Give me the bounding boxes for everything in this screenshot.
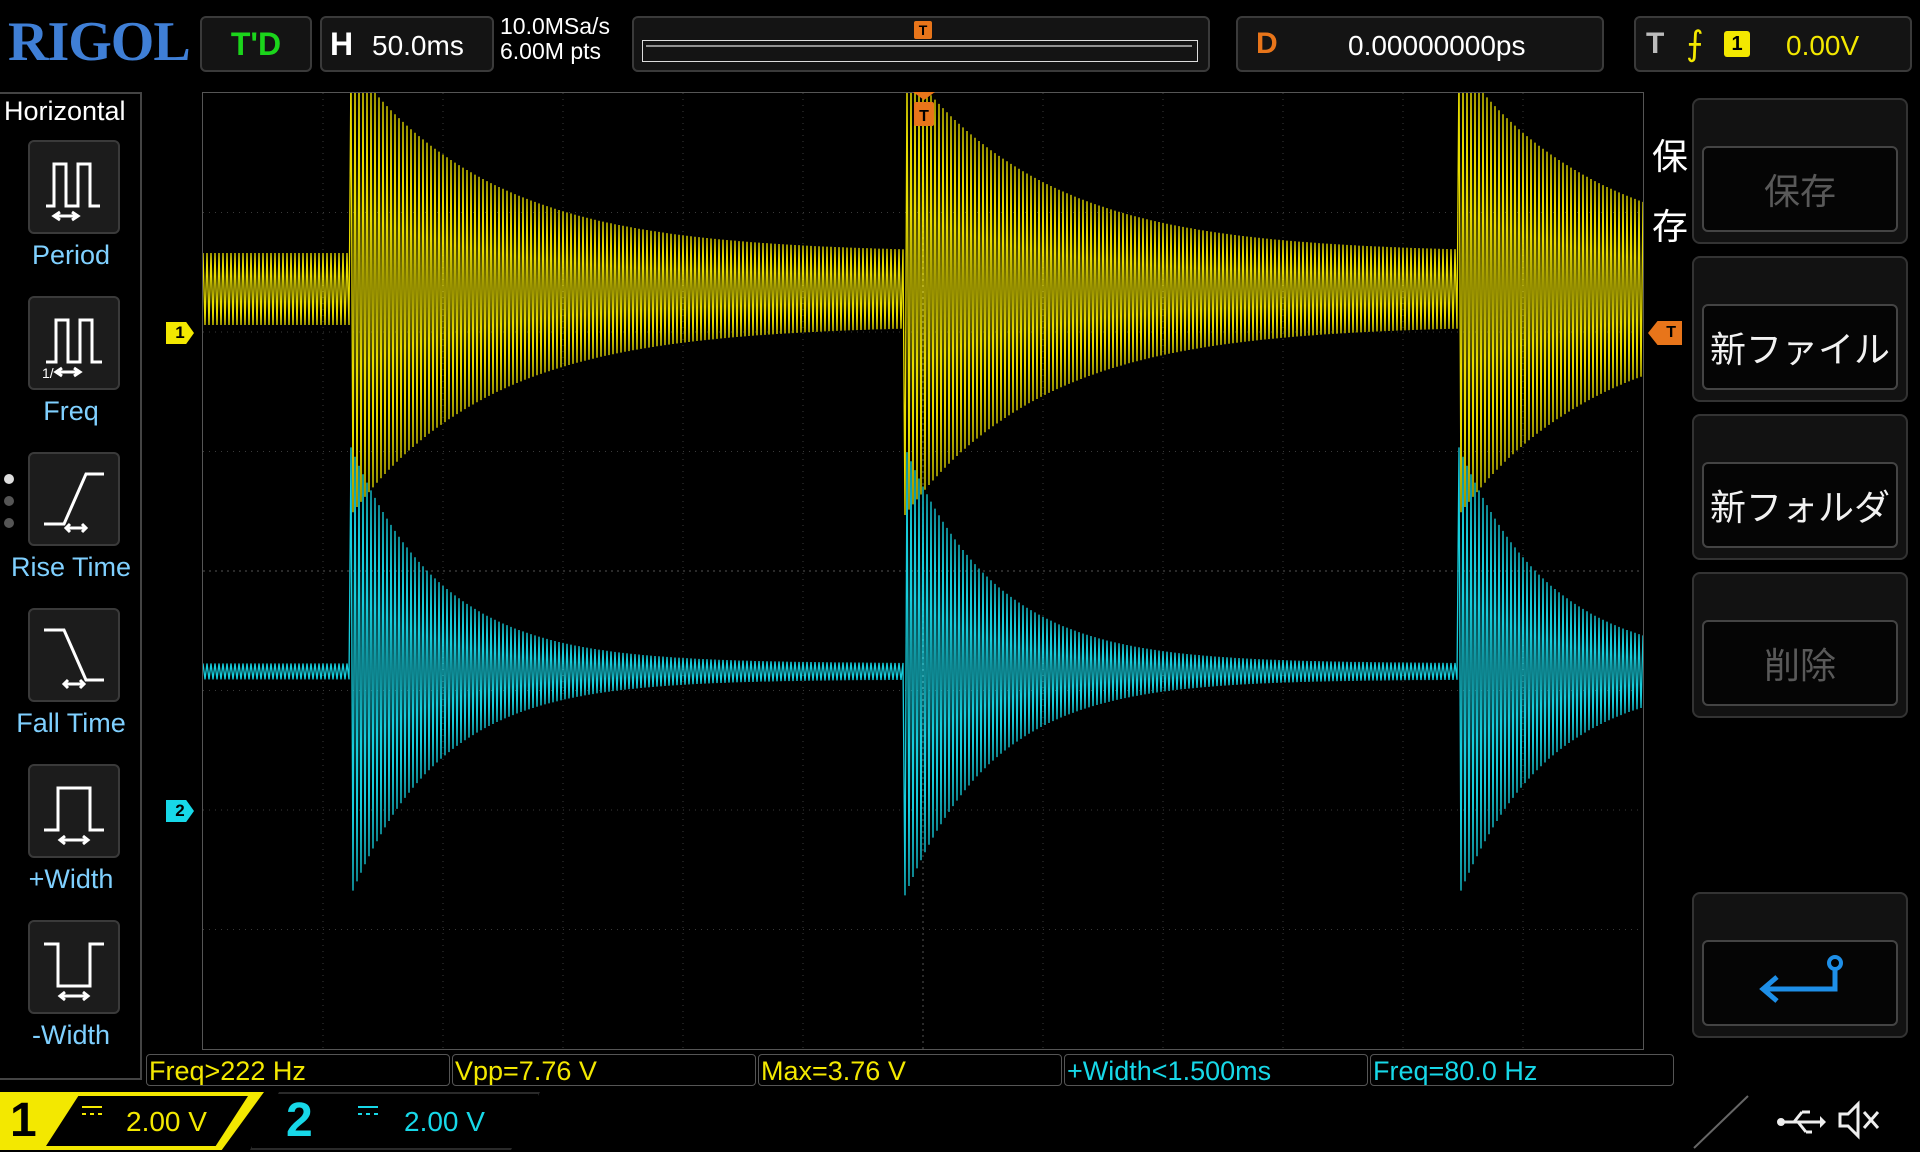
trigger-position-marker: T xyxy=(914,21,932,39)
trigger-settings-indicator[interactable]: T ⨍ 1 0.00V xyxy=(1634,16,1912,72)
softkey-menu-title: 保 存 xyxy=(1652,122,1692,262)
minus-width-icon xyxy=(28,920,120,1014)
memory-waveform-preview xyxy=(642,40,1198,62)
measure-item-fall-time[interactable]: Fall Time xyxy=(0,608,142,764)
trigger-time-marker-label: T xyxy=(919,108,929,125)
delay-value: 0.00000000ps xyxy=(1348,30,1526,61)
softkey-new-folder-label: 新フォルダ xyxy=(1702,462,1898,548)
fall-time-icon xyxy=(28,608,120,702)
softkey-delete[interactable]: 削除 xyxy=(1692,572,1908,718)
measurement-result[interactable]: Freq>222 Hz xyxy=(146,1054,450,1086)
timebase-value: 50.0ms xyxy=(372,30,464,61)
measurement-results-bar: Freq>222 Hz Vpp=7.76 V Max=3.76 V +Width… xyxy=(146,1054,1678,1088)
ch2-waveform-trace xyxy=(202,447,1644,896)
ch1-scale: 2.00 V xyxy=(126,1106,207,1137)
mute-icon xyxy=(1838,1100,1880,1140)
timebase-letter: H xyxy=(330,26,354,62)
ch2-offset-marker[interactable]: 2 xyxy=(166,800,194,822)
measure-menu-title: Horizontal xyxy=(4,96,126,126)
ch1-offset-marker[interactable]: 1 xyxy=(166,322,194,344)
measure-item-label: Period xyxy=(31,240,111,270)
trigger-source-badge: 1 xyxy=(1724,31,1750,57)
top-status-bar: RIGOL T'D H 50.0ms 10.0MSa/s 6.00M pts T… xyxy=(0,0,1920,82)
softkey-save-label: 保存 xyxy=(1702,146,1898,232)
trigger-letter: T xyxy=(1646,27,1665,60)
acquisition-info: 10.0MSa/s 6.00M pts xyxy=(500,14,610,64)
measure-item-rise-time[interactable]: Rise Time xyxy=(0,452,142,608)
measurement-result[interactable]: Freq=80.0 Hz xyxy=(1370,1054,1674,1086)
softkey-back-inner xyxy=(1702,940,1898,1026)
rigol-logo: RIGOL xyxy=(8,11,191,73)
plus-width-icon xyxy=(28,764,120,858)
trigger-time-marker[interactable]: T xyxy=(913,92,935,134)
memory-overview-bar[interactable]: T xyxy=(632,16,1210,72)
measure-item-freq[interactable]: 1/ Freq xyxy=(0,296,142,452)
rise-time-icon xyxy=(28,452,120,546)
memory-depth: 6.00M pts xyxy=(500,38,601,64)
measure-item-label: -Width xyxy=(31,1020,110,1050)
waveform-display[interactable] xyxy=(202,62,1644,1050)
softkey-save[interactable]: 保存 xyxy=(1692,98,1908,244)
bottom-bar-divider xyxy=(1693,1095,1749,1149)
measure-item-period[interactable]: Period xyxy=(0,140,142,296)
softkey-new-file[interactable]: 新ファイル xyxy=(1692,256,1908,402)
measurement-result[interactable]: +Width<1.500ms xyxy=(1064,1054,1368,1086)
softkey-back[interactable] xyxy=(1692,892,1908,1038)
page-dot xyxy=(4,518,14,528)
delay-letter: D xyxy=(1256,27,1278,60)
period-icon xyxy=(28,140,120,234)
ch2-number: 2 xyxy=(286,1094,313,1147)
trigger-level-value: 0.00V xyxy=(1786,30,1860,61)
sample-rate: 10.0MSa/s xyxy=(500,13,610,39)
softkey-delete-label: 削除 xyxy=(1702,620,1898,706)
measure-item-plus-width[interactable]: +Width xyxy=(0,764,142,920)
softkey-menu-title-line: 存 xyxy=(1652,206,1689,247)
run-status-indicator[interactable]: T'D xyxy=(200,16,312,72)
measurement-result[interactable]: Vpp=7.76 V xyxy=(452,1054,756,1086)
page-dot xyxy=(4,496,14,506)
softkey-menu-title-line: 保 xyxy=(1652,136,1689,177)
measure-item-label: Fall Time xyxy=(16,708,126,738)
measure-menu: Horizontal Period 1/ Freq Rise Time Fall… xyxy=(0,92,142,1080)
measure-item-label: +Width xyxy=(28,864,114,894)
measure-item-label: Rise Time xyxy=(10,552,132,582)
measurement-result[interactable]: Max=3.76 V xyxy=(758,1054,1062,1086)
usb-icon xyxy=(1777,1110,1826,1134)
return-arrow-icon xyxy=(1759,955,1843,1003)
measure-item-minus-width[interactable]: -Width xyxy=(0,920,142,1076)
dc-coupling-icon xyxy=(82,1106,102,1115)
svg-text:1/: 1/ xyxy=(42,365,54,381)
ch2-scale: 2.00 V xyxy=(404,1106,485,1137)
softkey-new-file-label: 新ファイル xyxy=(1702,304,1898,390)
timebase-indicator[interactable]: H 50.0ms xyxy=(320,16,494,72)
menu-page-indicator xyxy=(4,474,14,540)
softkey-new-folder[interactable]: 新フォルダ xyxy=(1692,414,1908,560)
dc-coupling-icon xyxy=(358,1106,378,1115)
freq-icon: 1/ xyxy=(28,296,120,390)
page-dot xyxy=(4,474,14,484)
measure-item-label: Freq xyxy=(43,396,99,426)
run-status-label: T'D xyxy=(230,26,282,62)
channel-status-bar: 1 2.00 V 2 2.00 V xyxy=(0,1090,1920,1152)
waveform-canvas[interactable] xyxy=(202,62,1644,1049)
ch1-number: 1 xyxy=(10,1094,37,1147)
rising-edge-icon: ⨍ xyxy=(1686,25,1704,63)
save-softkey-menu: 保 存 保存 新ファイル 新フォルダ 削除 xyxy=(1652,92,1920,1052)
horizontal-delay-indicator[interactable]: D 0.00000000ps xyxy=(1236,16,1604,72)
